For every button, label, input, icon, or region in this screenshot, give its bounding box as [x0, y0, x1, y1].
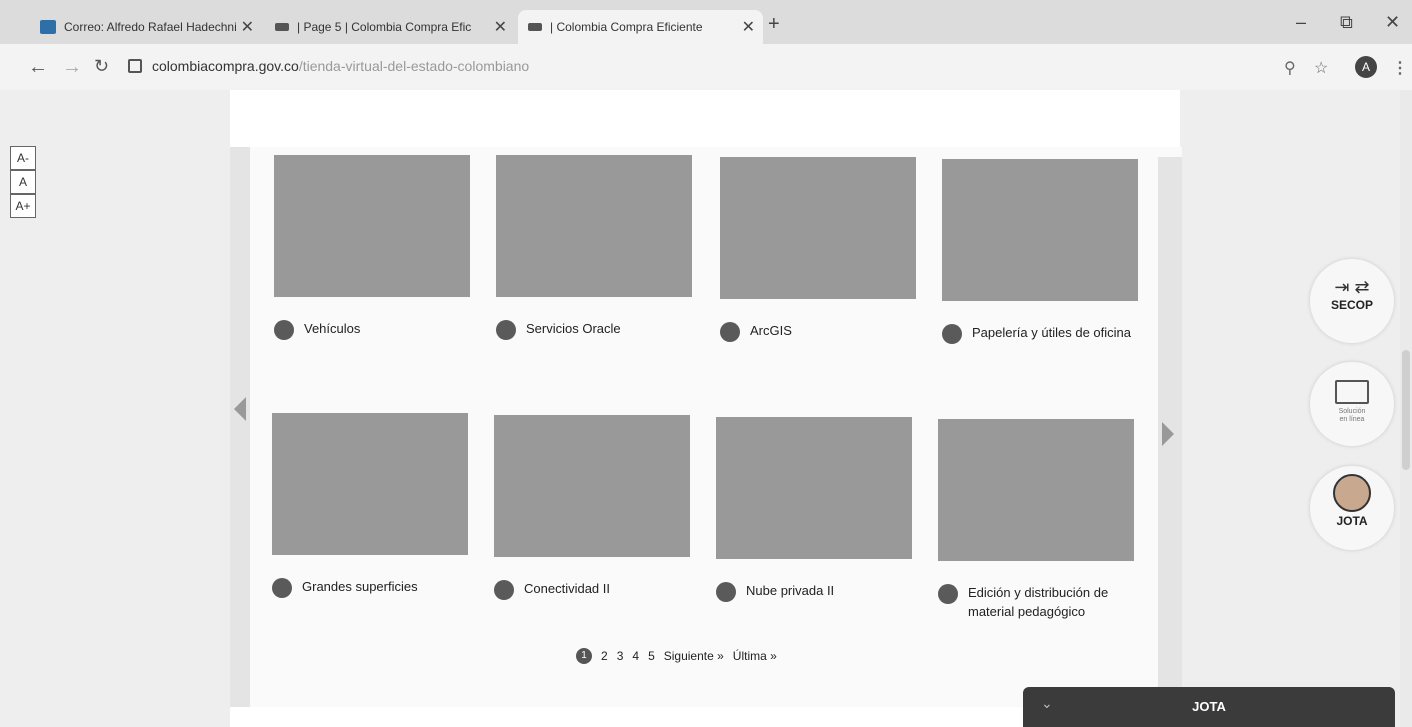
url-field[interactable]: colombiacompra.gov.co/tienda-virtual-del…	[120, 52, 1280, 80]
zoom-icon[interactable]: ⚲	[1284, 58, 1296, 78]
menu-icon[interactable]: ⋮	[1392, 58, 1408, 78]
chat-title: JOTA	[1192, 699, 1226, 714]
catalog-label[interactable]: Nube privada II	[746, 581, 834, 600]
catalog-card-nube-privada[interactable]: Nube privada II	[716, 417, 912, 602]
catalog-card-arcgis[interactable]: ArcGIS	[720, 157, 916, 342]
close-icon[interactable]: ✕	[241, 17, 254, 37]
arcgis-image[interactable]	[720, 157, 916, 299]
scrollbar-thumb[interactable]	[1402, 350, 1410, 470]
tab-bar: Correo: Alfredo Rafael Hadechni ✕ | Page…	[0, 0, 1412, 44]
jota-chat-bar[interactable]: ⌄ JOTA	[1023, 687, 1395, 727]
site-favicon-icon	[275, 23, 289, 31]
online-solution-label: Solución	[1338, 408, 1366, 415]
star-icon[interactable]: ☆	[1314, 58, 1328, 78]
font-increase-button[interactable]: A+	[10, 194, 36, 218]
page-link[interactable]: 5	[648, 649, 655, 663]
catalog-label[interactable]: Servicios Oracle	[526, 319, 621, 338]
jota-avatar-icon	[1333, 474, 1371, 512]
connectivity-image[interactable]	[494, 415, 690, 557]
network-icon	[494, 580, 514, 600]
address-bar: ← → ↻ colombiacompra.gov.co/tienda-virtu…	[0, 44, 1412, 91]
site-favicon-icon	[528, 23, 542, 31]
jota-label: JOTA	[1336, 514, 1368, 528]
tab-page5[interactable]: | Page 5 | Colombia Compra Efic ✕	[265, 10, 515, 44]
catalog-label[interactable]: Papelería y útiles de oficina	[972, 323, 1131, 342]
car-icon	[274, 320, 294, 340]
catalog-label[interactable]: Vehículos	[304, 319, 360, 338]
books-image[interactable]	[938, 419, 1134, 561]
vehicles-image[interactable]	[274, 155, 470, 297]
oracle-icon	[496, 320, 516, 340]
carousel-right-rail	[1158, 157, 1182, 701]
page-link[interactable]: 3	[617, 649, 624, 663]
catalog-card-vehiculos[interactable]: Vehículos	[274, 155, 470, 340]
globe-icon	[720, 322, 740, 342]
page-current[interactable]: 1	[576, 648, 592, 664]
back-icon[interactable]: ←	[28, 56, 48, 79]
catalog-carousel: Vehículos Servicios Oracle ArcGIS Papele…	[230, 147, 1182, 707]
close-icon[interactable]: ✕	[494, 17, 507, 37]
oracle-image[interactable]	[496, 155, 692, 297]
catalog-label[interactable]: ArcGIS	[750, 321, 792, 340]
tab-title: Correo: Alfredo Rafael Hadechni	[64, 20, 237, 34]
servers-image[interactable]	[716, 417, 912, 559]
profile-avatar[interactable]: A	[1355, 56, 1377, 78]
minimize-button[interactable]: –	[1296, 12, 1306, 33]
catalog-card-grandes-superficies[interactable]: Grandes superficies	[272, 413, 468, 598]
book-icon	[938, 584, 958, 604]
url-domain: colombiacompra.gov.co	[152, 58, 299, 74]
font-reset-button[interactable]: A	[10, 170, 36, 194]
catalog-label[interactable]: Grandes superficies	[302, 577, 418, 596]
supermarket-image[interactable]	[272, 413, 468, 555]
cloud-icon	[716, 582, 736, 602]
secop-label: SECOP	[1330, 298, 1373, 312]
lock-icon	[128, 59, 142, 73]
last-page-link[interactable]: Última »	[733, 649, 777, 663]
laptop-icon	[1335, 380, 1369, 404]
catalog-card-conectividad[interactable]: Conectividad II	[494, 415, 690, 600]
next-page-link[interactable]: Siguiente »	[664, 649, 724, 663]
page-link[interactable]: 4	[632, 649, 639, 663]
catalog-card-papeleria[interactable]: Papelería y útiles de oficina	[942, 159, 1138, 344]
next-arrow-icon[interactable]	[1162, 422, 1174, 446]
paper-icon	[942, 324, 962, 344]
maximize-button[interactable]: ⧉	[1340, 12, 1353, 33]
font-decrease-button[interactable]: A-	[10, 146, 36, 170]
tab-title: | Colombia Compra Eficiente	[550, 20, 703, 34]
secop-button[interactable]: ⇥ ⇄ SECOP	[1310, 259, 1394, 343]
font-size-controls: A- A A+	[10, 146, 36, 218]
catalog-card-edicion[interactable]: Edición y distribución de material pedag…	[938, 419, 1134, 621]
catalog-label[interactable]: Edición y distribución de material pedag…	[968, 583, 1134, 621]
tab-title: | Page 5 | Colombia Compra Efic	[297, 20, 472, 34]
tab-colombia-compra[interactable]: | Colombia Compra Eficiente ✕	[518, 10, 763, 44]
catalog-card-oracle[interactable]: Servicios Oracle	[496, 155, 692, 340]
reload-icon[interactable]: ↻	[94, 56, 109, 77]
login-swap-icon: ⇥ ⇄	[1334, 277, 1370, 297]
new-tab-button[interactable]: +	[768, 13, 780, 36]
catalog-label[interactable]: Conectividad II	[524, 579, 610, 598]
stationery-image[interactable]	[942, 159, 1138, 301]
carousel-left-rail	[230, 147, 250, 707]
outlook-icon	[40, 20, 56, 34]
online-solution-label: en línea	[1339, 416, 1365, 423]
tab-correo[interactable]: Correo: Alfredo Rafael Hadechni ✕	[30, 10, 262, 44]
jota-assistant-button[interactable]: JOTA	[1310, 466, 1394, 550]
close-icon[interactable]: ✕	[742, 17, 755, 37]
cart-icon	[272, 578, 292, 598]
url-path: /tienda-virtual-del-estado-colombiano	[298, 58, 530, 74]
window-close-button[interactable]: ✕	[1385, 12, 1400, 33]
pagination: 1 2 3 4 5 Siguiente » Última »	[576, 648, 786, 664]
page-link[interactable]: 2	[601, 649, 608, 663]
prev-arrow-icon[interactable]	[234, 397, 246, 421]
forward-icon[interactable]: →	[62, 56, 82, 79]
online-solution-button[interactable]: Solución en línea	[1310, 362, 1394, 446]
